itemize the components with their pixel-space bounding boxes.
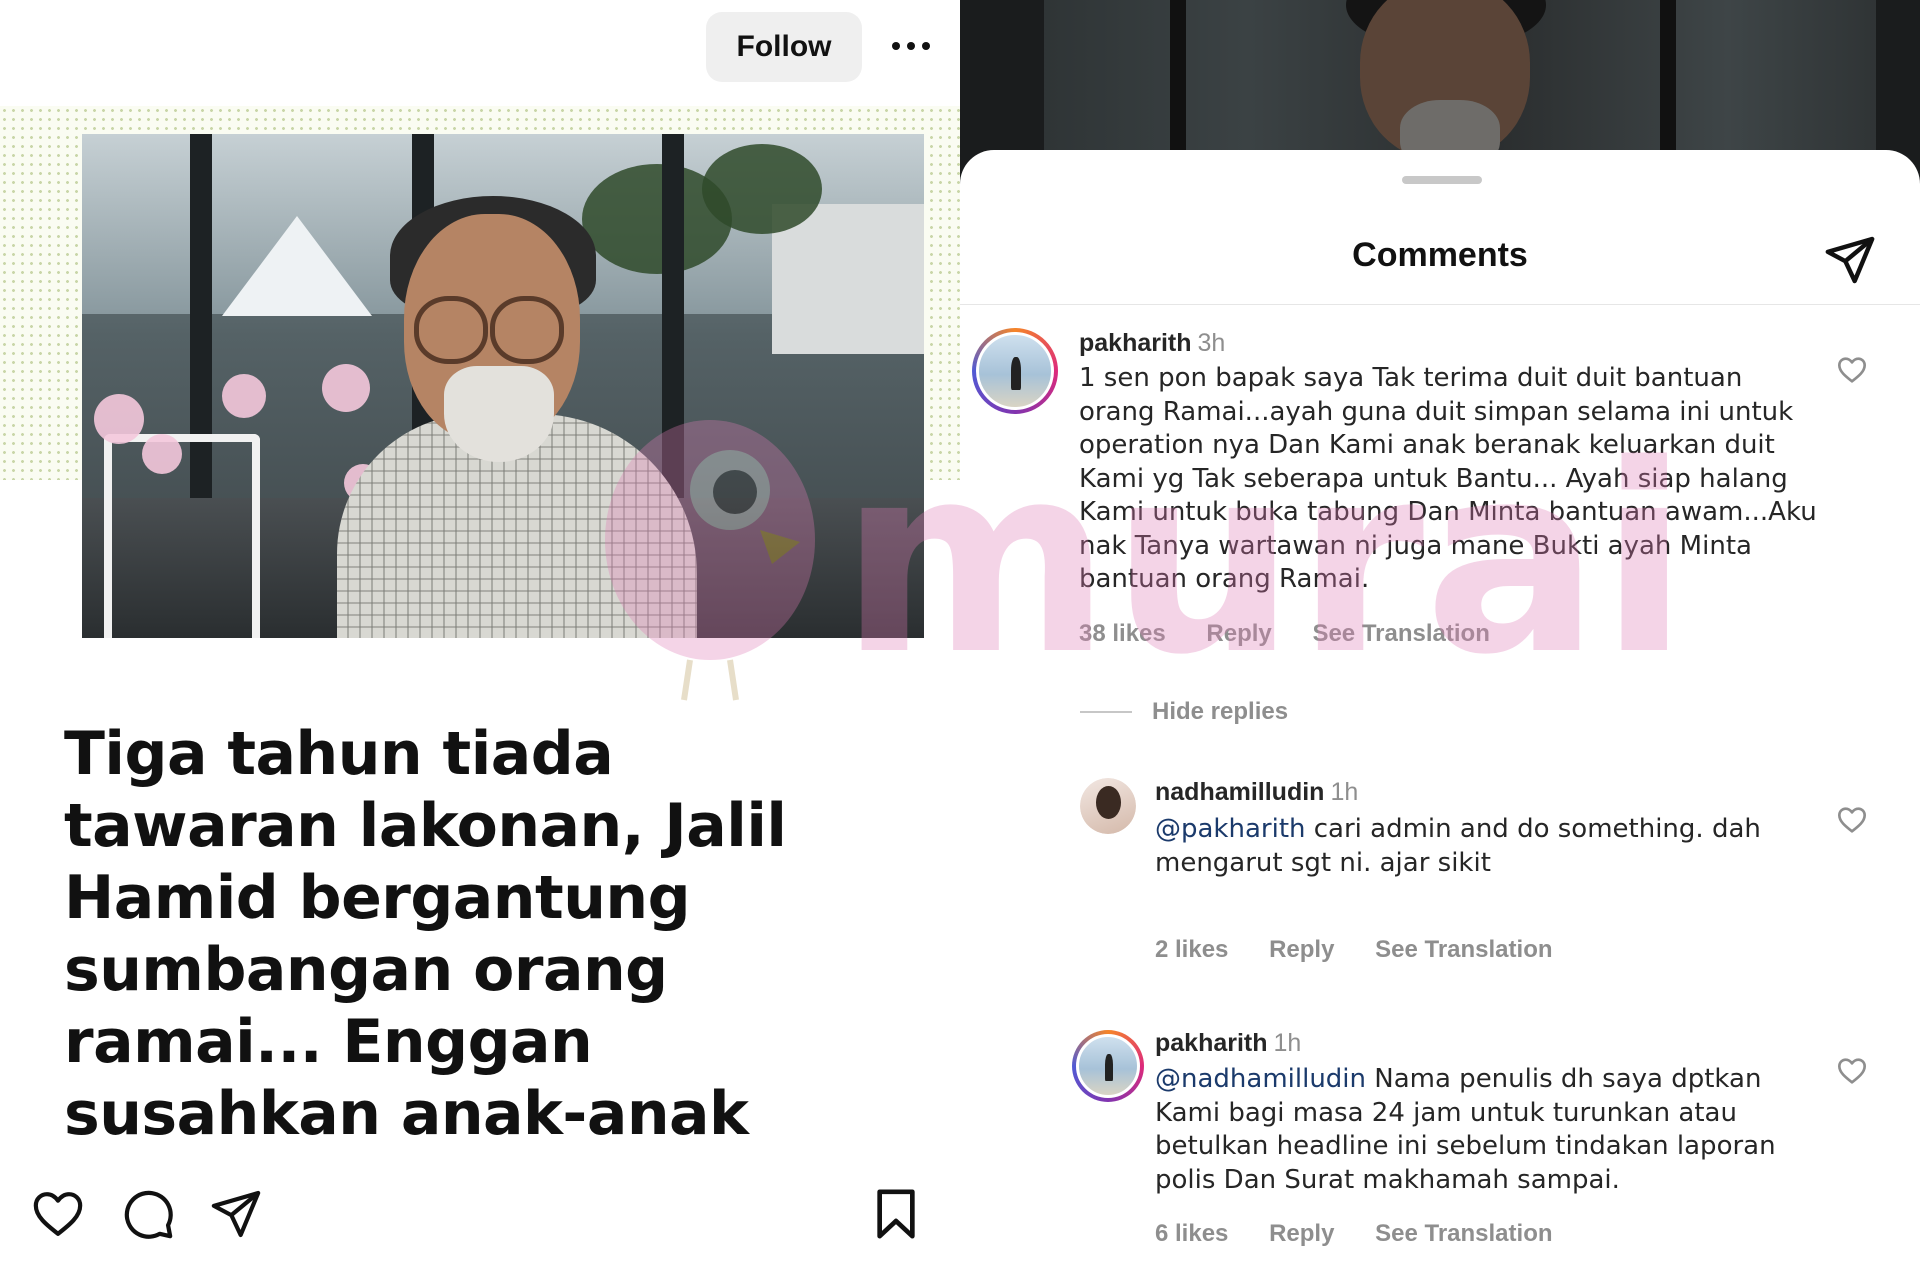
comment-actions: 2 likes Reply See Translation [1155, 936, 1587, 964]
mention-link[interactable]: @pakharith [1155, 814, 1306, 844]
comment-likes[interactable]: 2 likes [1155, 936, 1228, 963]
divider [960, 304, 1920, 305]
comment-username[interactable]: nadhamilludin 1h [1155, 778, 1358, 807]
reply-button[interactable]: Reply [1206, 620, 1271, 647]
avatar[interactable] [1080, 778, 1136, 834]
comment-time: 1h [1273, 1029, 1302, 1057]
paper-plane-icon[interactable] [208, 1186, 264, 1242]
more-options-icon[interactable] [885, 26, 937, 66]
divider [1080, 711, 1132, 713]
comment-text: @pakharith cari admin and do something. … [1155, 814, 1761, 878]
see-translation-button[interactable]: See Translation [1375, 936, 1552, 963]
comment-time: 3h [1197, 329, 1226, 357]
paper-plane-icon[interactable] [1822, 232, 1878, 288]
post-photo [82, 134, 924, 638]
comment-text: 1 sen pon bapak saya Tak terima duit dui… [1079, 363, 1817, 594]
comments-panel: Comments pakharith 3h 1 sen pon bapak say… [960, 0, 1920, 1280]
drag-handle[interactable] [1402, 176, 1482, 184]
comment-actions: 6 likes Reply See Translation [1155, 1220, 1587, 1248]
comment-icon[interactable] [120, 1186, 176, 1242]
avatar[interactable] [1072, 1030, 1144, 1102]
heart-icon[interactable] [1836, 354, 1868, 386]
hide-replies-button[interactable]: Hide replies [1080, 698, 1288, 726]
comments-title: Comments [1352, 236, 1528, 274]
comment-text: @nadhamilludin Nama penulis dh saya dptk… [1155, 1064, 1776, 1195]
see-translation-button[interactable]: See Translation [1375, 1220, 1552, 1247]
follow-button[interactable]: Follow [706, 12, 862, 82]
see-translation-button[interactable]: See Translation [1312, 620, 1489, 647]
mention-link[interactable]: @nadhamilludin [1155, 1064, 1366, 1094]
comment-likes[interactable]: 38 likes [1079, 620, 1166, 647]
heart-icon[interactable] [1836, 1055, 1868, 1087]
comment-time: 1h [1330, 778, 1359, 806]
reply-button[interactable]: Reply [1269, 1220, 1334, 1247]
bookmark-icon[interactable] [868, 1186, 924, 1242]
post-panel: Follow Tiga tahun tiada tawaran lakonan,… [0, 0, 960, 1280]
comments-sheet: Comments pakharith 3h 1 sen pon bapak say… [960, 150, 1920, 1280]
avatar[interactable] [972, 328, 1058, 414]
heart-icon[interactable] [30, 1186, 86, 1242]
comment-username[interactable]: pakharith 3h [1079, 329, 1225, 358]
comment-username[interactable]: pakharith 1h [1155, 1029, 1301, 1058]
comment-actions: 38 likes Reply See Translation [1079, 620, 1524, 648]
heart-icon[interactable] [1836, 804, 1868, 836]
post-headline: Tiga tahun tiada tawaran lakonan, Jalil … [64, 719, 787, 1149]
reply-button[interactable]: Reply [1269, 936, 1334, 963]
comment-likes[interactable]: 6 likes [1155, 1220, 1228, 1247]
